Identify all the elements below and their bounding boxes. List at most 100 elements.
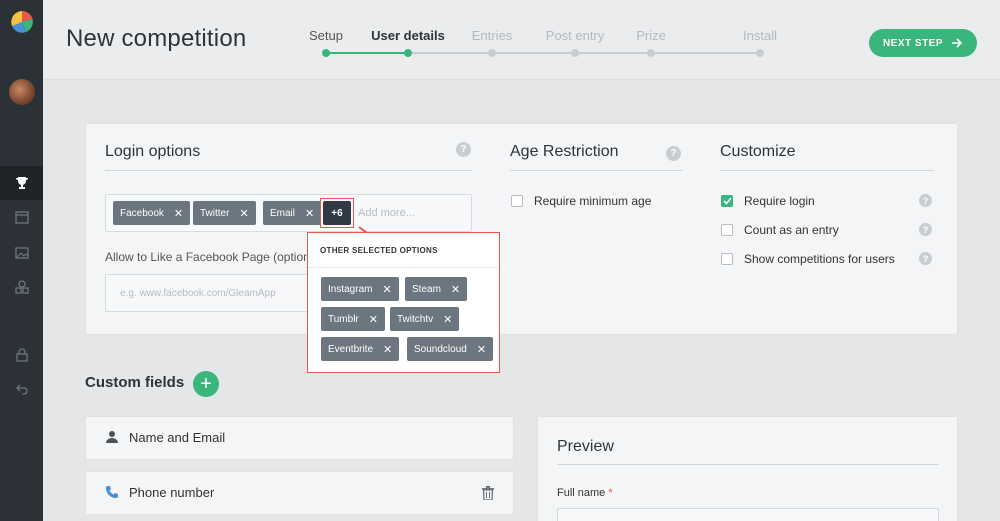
- checkmark-icon: [722, 197, 732, 205]
- facebook-page-input[interactable]: e.g. www.facebook.com/GleamApp: [105, 274, 310, 312]
- step-post-entry[interactable]: Post entry: [546, 28, 605, 43]
- remove-tag-icon[interactable]: ✕: [174, 207, 183, 220]
- login-options-title: Login options: [105, 143, 201, 160]
- phone-icon: [106, 486, 118, 498]
- popup-tag: Soundcloud ✕: [407, 337, 494, 361]
- arrow-right-icon: [952, 38, 963, 48]
- user-icon: [106, 431, 118, 443]
- help-icon[interactable]: ?: [919, 223, 932, 236]
- step-setup[interactable]: Setup: [309, 28, 343, 43]
- sidebar-item-security[interactable]: [0, 338, 43, 372]
- option-label: Show competitions for users: [744, 252, 895, 266]
- step-dot: [571, 49, 579, 57]
- sidebar-item-back[interactable]: [0, 372, 43, 406]
- tag-label: Twitter: [200, 207, 230, 219]
- help-icon[interactable]: ?: [919, 252, 932, 265]
- trophy-icon: [15, 177, 28, 189]
- remove-tag-icon[interactable]: ✕: [305, 207, 314, 220]
- sidebar-item-competitions[interactable]: [0, 166, 43, 200]
- option-label: Count as an entry: [744, 223, 839, 237]
- divider: [308, 267, 499, 268]
- option-label: Require minimum age: [534, 194, 652, 208]
- login-help-icon[interactable]: ?: [456, 142, 471, 157]
- step-user-details[interactable]: User details: [371, 28, 445, 43]
- checkbox-checked[interactable]: [721, 195, 733, 207]
- field-row-name-email[interactable]: Name and Email: [85, 416, 514, 460]
- tag-label: Eventbrite: [328, 343, 374, 355]
- app-logo[interactable]: [11, 11, 33, 33]
- add-more-placeholder[interactable]: Add more...: [358, 207, 415, 219]
- popup-tag: Instagram ✕: [321, 277, 399, 301]
- sidebar-item-media[interactable]: [0, 236, 43, 270]
- tag-label: Email: [270, 207, 296, 219]
- option-label: Require login: [744, 194, 815, 208]
- remove-tag-icon[interactable]: ✕: [369, 313, 378, 326]
- step-dot: [647, 49, 655, 57]
- popup-tag: Steam ✕: [405, 277, 468, 301]
- step-prize[interactable]: Prize: [636, 28, 666, 43]
- field-label: Phone number: [129, 485, 215, 500]
- image-icon: [14, 247, 29, 259]
- count-entry-option[interactable]: Count as an entry: [721, 223, 839, 237]
- undo-icon: [15, 384, 28, 395]
- required-mark: *: [608, 487, 613, 499]
- popup-tag: Eventbrite ✕: [321, 337, 400, 361]
- age-restriction-title: Age Restriction: [510, 143, 619, 160]
- next-step-label: NEXT STEP: [882, 37, 944, 49]
- divider: [510, 170, 683, 171]
- show-competitions-option[interactable]: Show competitions for users: [721, 252, 895, 266]
- step-install[interactable]: Install: [743, 28, 777, 43]
- step-dot: [322, 49, 330, 57]
- step-line-done: [326, 52, 408, 54]
- popup-title: OTHER SELECTED OPTIONS: [320, 246, 438, 255]
- facebook-page-label: Allow to Like a Facebook Page (optional): [105, 250, 310, 264]
- remove-tag-icon[interactable]: ✕: [239, 207, 248, 220]
- tag-label: Steam: [412, 283, 441, 295]
- preview-field-label: Full name *: [557, 487, 613, 499]
- age-help-icon[interactable]: ?: [666, 146, 681, 161]
- remove-tag-icon[interactable]: ✕: [383, 343, 392, 356]
- sidebar: [0, 0, 43, 521]
- tag-label: Twitchtv: [397, 313, 434, 325]
- field-row-phone[interactable]: Phone number: [85, 471, 514, 515]
- divider: [720, 170, 934, 171]
- trash-icon[interactable]: [482, 486, 494, 500]
- header: New competition Setup User details Entri…: [43, 0, 1000, 80]
- step-dot: [488, 49, 496, 57]
- remove-tag-icon[interactable]: ✕: [477, 343, 486, 356]
- checkbox[interactable]: [511, 195, 523, 207]
- preview-panel: Preview Full name *: [537, 416, 958, 521]
- checkbox[interactable]: [721, 224, 733, 236]
- tag-label: Tumblr: [328, 313, 359, 325]
- preview-title: Preview: [557, 438, 614, 455]
- login-tag: Email ✕: [263, 201, 322, 225]
- login-tag: Twitter ✕: [193, 201, 256, 225]
- field-label: Name and Email: [129, 430, 226, 445]
- remove-tag-icon[interactable]: ✕: [451, 283, 460, 296]
- require-login-option[interactable]: Require login: [721, 194, 815, 208]
- next-step-button[interactable]: NEXT STEP: [869, 29, 977, 57]
- remove-tag-icon[interactable]: ✕: [443, 313, 452, 326]
- add-field-button[interactable]: +: [193, 371, 219, 397]
- help-icon[interactable]: ?: [919, 194, 932, 207]
- step-dot: [404, 49, 412, 57]
- sidebar-item-widgets[interactable]: [0, 270, 43, 304]
- require-age-option[interactable]: Require minimum age: [511, 194, 651, 208]
- step-line-todo: [408, 52, 761, 54]
- user-avatar[interactable]: [9, 79, 35, 105]
- preview-name-input[interactable]: [557, 508, 939, 521]
- highlight-box: [320, 198, 354, 228]
- remove-tag-icon[interactable]: ✕: [382, 283, 391, 296]
- divider: [105, 170, 472, 171]
- login-tag: Facebook ✕: [113, 201, 191, 225]
- tag-label: Instagram: [328, 283, 373, 295]
- tag-label: Soundcloud: [414, 343, 467, 355]
- sidebar-item-calendar[interactable]: [0, 200, 43, 234]
- customize-title: Customize: [720, 143, 796, 160]
- tag-label: Facebook: [120, 207, 164, 219]
- step-entries[interactable]: Entries: [472, 28, 512, 43]
- checkbox[interactable]: [721, 253, 733, 265]
- step-progress: Setup User details Entries Post entry Pr…: [309, 0, 796, 80]
- lock-icon: [15, 348, 28, 362]
- popup-tag: Tumblr ✕: [321, 307, 385, 331]
